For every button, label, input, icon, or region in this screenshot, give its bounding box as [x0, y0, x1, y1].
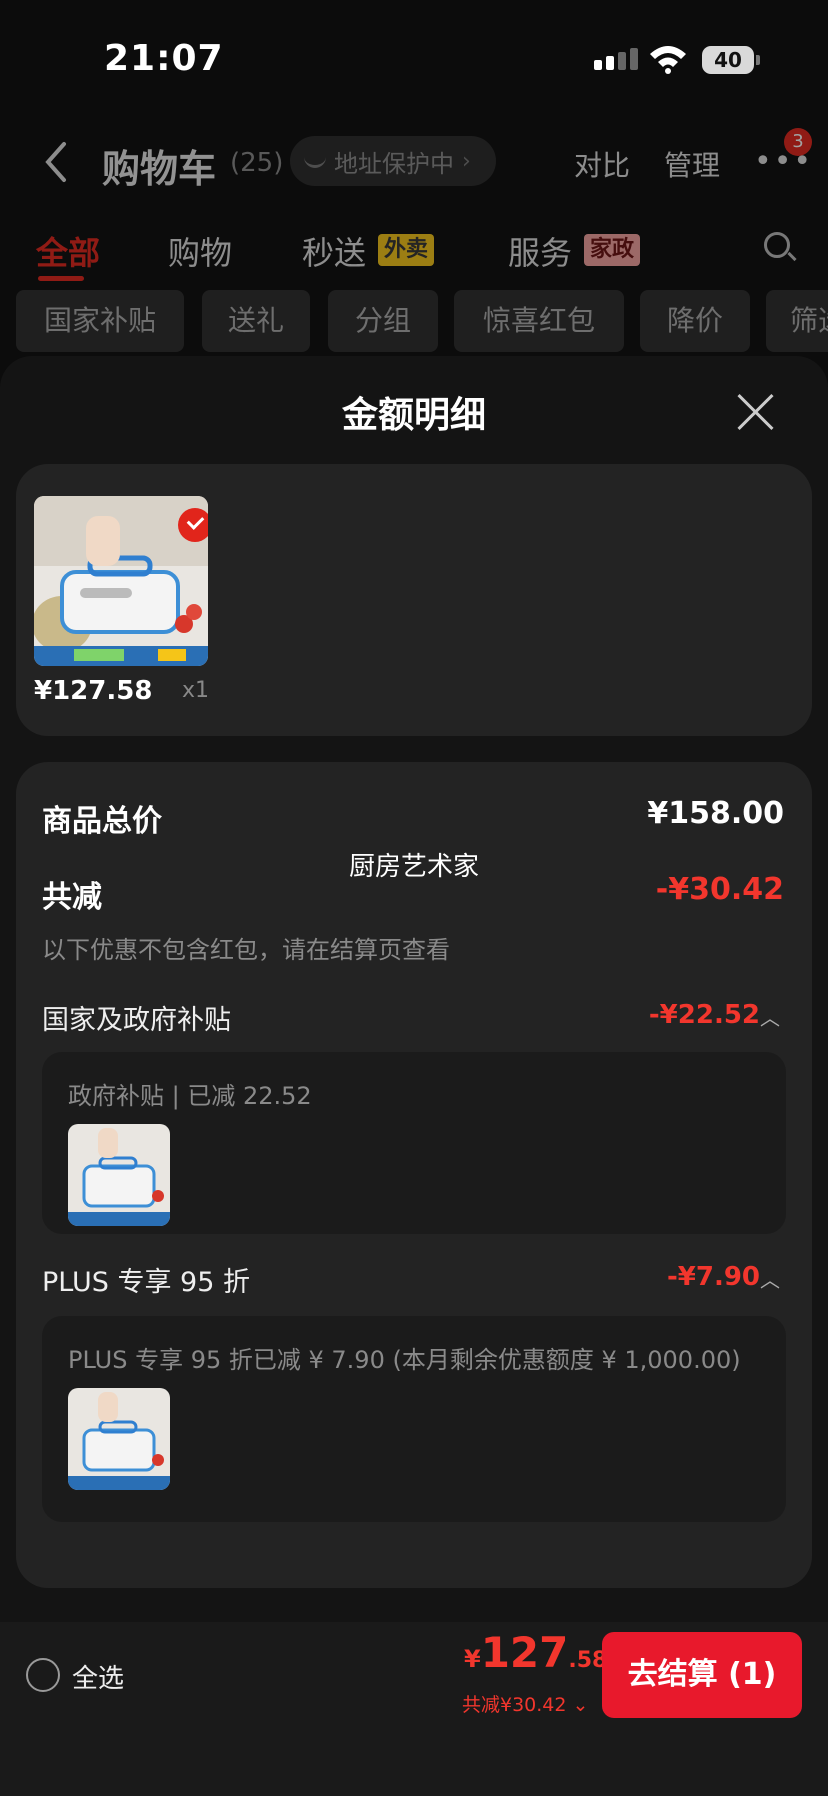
price-integer: 127: [480, 1628, 569, 1677]
price-currency: ¥: [464, 1645, 481, 1673]
chevron-up-icon[interactable]: ︿: [760, 1264, 780, 1293]
search-icon[interactable]: [764, 232, 790, 258]
battery-tip: [756, 55, 760, 65]
notification-badge: 3: [784, 128, 812, 156]
product-image[interactable]: [34, 496, 208, 666]
total-discount-label: 共减: [42, 880, 102, 915]
tab-service[interactable]: 服务: [508, 228, 572, 274]
filter-chip-price-drop[interactable]: 降价: [640, 290, 750, 352]
chevron-up-icon[interactable]: ︿: [760, 1002, 780, 1031]
filter-chip-subsidy[interactable]: 国家补贴: [16, 290, 184, 352]
tab-active-indicator: [38, 276, 84, 281]
price-breakdown-card: 商品总价 ¥158.00 厨房艺术家 共减 -¥30.42 以下优惠不包含红包，…: [16, 762, 812, 1588]
amount-detail-sheet: 金额明细 ¥127.58 x1 商品总价 ¥158.00 厨房艺术家 共减 -¥…: [0, 356, 828, 1796]
total-discount-text: 共减¥30.42: [462, 1694, 567, 1716]
checkout-button[interactable]: 去结算 (1): [602, 1632, 802, 1718]
tab-instant[interactable]: 秒送: [302, 228, 366, 274]
filter-chips: 国家补贴 送礼 分组 惊喜红包 降价 筛选: [0, 290, 828, 354]
page-title: 购物车: [102, 147, 217, 191]
tab-all[interactable]: 全部: [36, 228, 100, 274]
status-bar: 21:07 40: [0, 0, 828, 110]
tab-shopping[interactable]: 购物: [168, 228, 232, 274]
compare-button[interactable]: 对比: [574, 144, 630, 184]
sheet-title: 金额明细: [341, 395, 486, 436]
back-icon[interactable]: [42, 140, 72, 184]
chevron-down-icon: ⌄: [566, 1694, 589, 1716]
product-thumbnail: [68, 1124, 170, 1226]
close-icon[interactable]: [736, 392, 776, 432]
wifi-icon: [650, 46, 686, 74]
nav-header: 购物车 (25) 地址保护中 › 对比 管理 ••• 3: [0, 110, 828, 210]
home-indicator-area: [0, 1726, 828, 1796]
product-thumbnail: [68, 1388, 170, 1490]
checkout-bar: 全选 ¥127.58 共减¥30.42 ⌄ 去结算 (1): [0, 1622, 828, 1726]
goods-total-value: ¥158.00: [647, 796, 784, 831]
gov-subsidy-label[interactable]: 国家及政府补贴: [42, 998, 231, 1037]
address-protection-label: 地址保护中: [334, 149, 454, 178]
product-price: ¥127.58: [34, 676, 153, 706]
cart-page-background: 购物车 (25) 地址保护中 › 对比 管理 ••• 3 全部 购物 秒送 外卖…: [0, 110, 828, 370]
cellular-signal-icon: [594, 48, 638, 70]
filter-chip-gift[interactable]: 送礼: [202, 290, 310, 352]
filter-chip-group[interactable]: 分组: [328, 290, 438, 352]
battery-icon: 40: [702, 46, 754, 74]
takeout-badge: 外卖: [378, 234, 435, 266]
smile-icon: [304, 154, 326, 168]
plus-discount-value: -¥7.90: [666, 1262, 760, 1292]
manage-button[interactable]: 管理: [664, 144, 720, 184]
total-price: ¥127.58: [464, 1628, 607, 1677]
filter-chip-red-packet[interactable]: 惊喜红包: [454, 290, 624, 352]
plus-discount-label[interactable]: PLUS 专享 95 折: [42, 1260, 250, 1299]
total-discount-toggle[interactable]: 共减¥30.42 ⌄: [462, 1690, 588, 1717]
cart-count: (25): [230, 148, 284, 178]
chevron-right-icon: ›: [462, 148, 471, 174]
status-time: 21:07: [104, 38, 224, 79]
selected-check-icon[interactable]: [178, 508, 208, 542]
more-icon[interactable]: •••: [754, 147, 813, 177]
plus-discount-detail: PLUS 专享 95 折已减 ¥ 7.90 (本月剩余优惠额度 ¥ 1,000.…: [42, 1316, 786, 1522]
category-tabs: 全部 购物 秒送 外卖 服务 家政: [0, 220, 828, 281]
select-all-checkbox[interactable]: [26, 1658, 60, 1692]
address-protection-pill[interactable]: 地址保护中 ›: [290, 136, 496, 186]
gov-subsidy-detail-text: 政府补贴 | 已减 22.52: [68, 1082, 312, 1110]
gov-subsidy-value: -¥22.52: [648, 1000, 760, 1030]
discount-note: 以下优惠不包含红包，请在结算页查看: [42, 936, 450, 964]
filter-chip-filter[interactable]: 筛选: [766, 290, 828, 352]
product-card: ¥127.58 x1: [16, 464, 812, 736]
gov-subsidy-detail: 政府补贴 | 已减 22.52: [42, 1052, 786, 1234]
product-quantity: x1: [182, 678, 210, 703]
select-all-label[interactable]: 全选: [72, 1658, 124, 1695]
housekeeping-badge: 家政: [584, 234, 641, 266]
goods-total-label: 商品总价: [42, 804, 162, 839]
total-discount-value: -¥30.42: [655, 872, 784, 907]
plus-discount-detail-text: PLUS 专享 95 折已减 ¥ 7.90 (本月剩余优惠额度 ¥ 1,000.…: [68, 1346, 741, 1374]
